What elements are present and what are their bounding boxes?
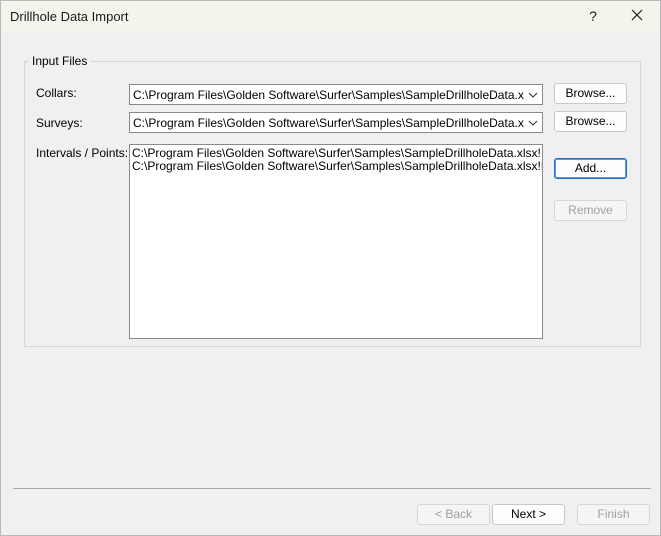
- close-icon: [631, 9, 643, 21]
- dialog-window: Drillhole Data Import ? Input Files Coll…: [0, 0, 661, 536]
- close-button[interactable]: [621, 4, 653, 28]
- next-button[interactable]: Next >: [492, 504, 565, 525]
- remove-button[interactable]: Remove: [554, 200, 627, 221]
- add-button[interactable]: Add...: [554, 158, 627, 179]
- surveys-value: C:\Program Files\Golden Software\Surfer\…: [133, 116, 524, 130]
- help-button[interactable]: ?: [579, 6, 607, 28]
- collars-value: C:\Program Files\Golden Software\Surfer\…: [133, 88, 524, 102]
- surveys-label: Surveys:: [36, 116, 83, 130]
- back-button[interactable]: < Back: [417, 504, 490, 525]
- title-bar: Drillhole Data Import ?: [1, 1, 660, 32]
- intervals-listbox[interactable]: C:\Program Files\Golden Software\Surfer\…: [129, 144, 543, 339]
- list-item[interactable]: C:\Program Files\Golden Software\Surfer\…: [130, 160, 542, 173]
- collars-combobox[interactable]: C:\Program Files\Golden Software\Surfer\…: [129, 84, 543, 105]
- chevron-down-icon: [528, 92, 538, 98]
- chevron-down-icon: [528, 120, 538, 126]
- footer-separator: [13, 488, 651, 489]
- surveys-browse-button[interactable]: Browse...: [554, 111, 627, 132]
- finish-button[interactable]: Finish: [577, 504, 650, 525]
- window-title: Drillhole Data Import: [10, 9, 129, 24]
- surveys-combobox[interactable]: C:\Program Files\Golden Software\Surfer\…: [129, 112, 543, 133]
- collars-label: Collars:: [36, 86, 77, 100]
- collars-browse-button[interactable]: Browse...: [554, 83, 627, 104]
- input-files-legend: Input Files: [29, 54, 91, 68]
- intervals-label: Intervals / Points:: [36, 146, 129, 160]
